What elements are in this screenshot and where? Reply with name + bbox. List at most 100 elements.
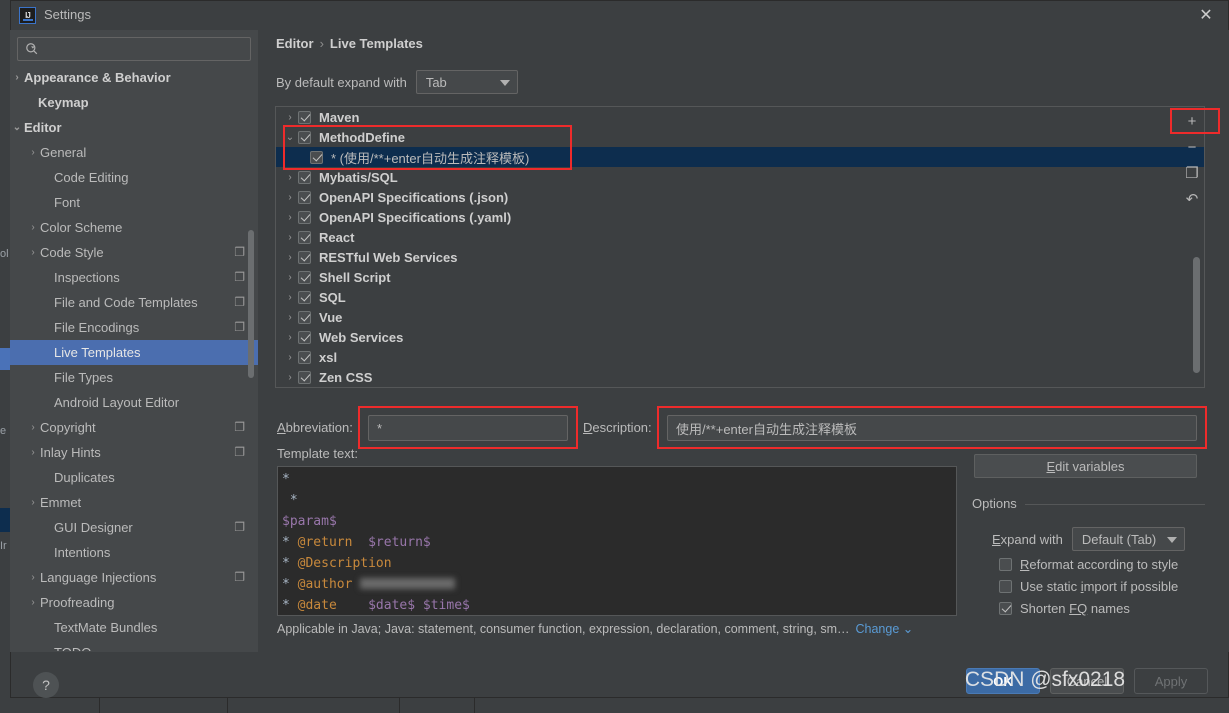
sidebar-item-file-encodings[interactable]: File Encodings ❐ xyxy=(10,315,258,340)
template-checkbox[interactable] xyxy=(298,310,311,324)
sidebar-item-intentions[interactable]: Intentions xyxy=(10,540,258,565)
sidebar-item-language-injections[interactable]: › Language Injections ❐ xyxy=(10,565,258,590)
sidebar-item-file-and-code-templates[interactable]: File and Code Templates ❐ xyxy=(10,290,258,315)
chevron-right-icon[interactable]: › xyxy=(26,497,40,508)
duplicate-template-button[interactable]: ❐ xyxy=(1178,160,1206,186)
template-checkbox[interactable] xyxy=(298,130,311,144)
template-row[interactable]: › SQL xyxy=(276,287,1204,307)
sidebar-scrollbar-track[interactable] xyxy=(248,66,256,652)
copy-settings-icon[interactable]: ❐ xyxy=(234,295,245,309)
description-input[interactable]: 使用/**+enter自动生成注释模板 xyxy=(667,415,1197,441)
chevron-right-icon[interactable]: › xyxy=(282,272,298,283)
remove-template-button[interactable]: − xyxy=(1178,134,1206,160)
template-row[interactable]: › Mybatis/SQL xyxy=(276,167,1204,187)
template-checkbox[interactable] xyxy=(298,190,311,204)
sidebar-item-gui-designer[interactable]: GUI Designer ❐ xyxy=(10,515,258,540)
chevron-right-icon[interactable]: › xyxy=(26,572,40,583)
live-templates-rows[interactable]: › Maven ⌄ MethodDefine * (使用/**+enter自动生成注释模… xyxy=(276,107,1204,387)
chevron-right-icon[interactable]: › xyxy=(282,332,298,343)
sidebar-item-proofreading[interactable]: › Proofreading xyxy=(10,590,258,615)
sidebar-item-android-layout-editor[interactable]: Android Layout Editor xyxy=(10,390,258,415)
sidebar-item-inspections[interactable]: Inspections ❐ xyxy=(10,265,258,290)
sidebar-item-code-style[interactable]: › Code Style ❐ xyxy=(10,240,258,265)
help-button[interactable]: ? xyxy=(33,672,59,698)
chevron-right-icon[interactable]: › xyxy=(26,447,40,458)
template-row[interactable]: › Web Services xyxy=(276,327,1204,347)
template-row[interactable]: › Zen CSS xyxy=(276,367,1204,387)
sidebar-item-todo[interactable]: TODO xyxy=(10,640,258,651)
template-checkbox[interactable] xyxy=(298,250,311,264)
template-checkbox[interactable] xyxy=(298,110,311,124)
chevron-right-icon[interactable]: › xyxy=(282,292,298,303)
chevron-right-icon[interactable]: › xyxy=(26,422,40,433)
template-row[interactable]: ⌄ MethodDefine xyxy=(276,127,1204,147)
template-checkbox[interactable] xyxy=(298,330,311,344)
template-row[interactable]: › Maven xyxy=(276,107,1204,127)
sidebar-item-font[interactable]: Font xyxy=(10,190,258,215)
chevron-right-icon[interactable]: › xyxy=(26,147,40,158)
template-checkbox[interactable] xyxy=(298,270,311,284)
template-row[interactable]: › OpenAPI Specifications (.json) xyxy=(276,187,1204,207)
sidebar-item-general[interactable]: › General xyxy=(10,140,258,165)
copy-settings-icon[interactable]: ❐ xyxy=(234,245,245,259)
chevron-right-icon[interactable]: › xyxy=(282,212,298,223)
copy-settings-icon[interactable]: ❐ xyxy=(234,320,245,334)
chevron-right-icon[interactable]: › xyxy=(10,72,24,83)
sidebar-item-duplicates[interactable]: Duplicates xyxy=(10,465,258,490)
sidebar-scrollbar-thumb[interactable] xyxy=(248,230,254,378)
chevron-down-icon[interactable]: ⌄ xyxy=(282,132,298,143)
chevron-right-icon[interactable]: › xyxy=(26,222,40,233)
static-import-checkbox-row[interactable]: Use static import if possible xyxy=(999,579,1178,594)
sidebar-item-emmet[interactable]: › Emmet xyxy=(10,490,258,515)
abbreviation-input[interactable]: * xyxy=(368,415,568,441)
template-row[interactable]: * (使用/**+enter自动生成注释模板) xyxy=(276,147,1204,167)
sidebar-item-appearance-behavior[interactable]: › Appearance & Behavior xyxy=(10,65,258,90)
live-templates-list[interactable]: › Maven ⌄ MethodDefine * (使用/**+enter自动生成注释模… xyxy=(275,106,1205,388)
sidebar-item-copyright[interactable]: › Copyright ❐ xyxy=(10,415,258,440)
chevron-right-icon[interactable]: › xyxy=(282,172,298,183)
static-import-checkbox[interactable] xyxy=(999,580,1012,593)
chevron-right-icon[interactable]: › xyxy=(282,192,298,203)
cancel-button[interactable]: Cancel xyxy=(1050,668,1124,694)
settings-category-tree[interactable]: › Appearance & Behavior Keymap ⌄ Editor › Gene… xyxy=(10,65,258,651)
template-row[interactable]: › React xyxy=(276,227,1204,247)
template-checkbox[interactable] xyxy=(298,210,311,224)
sidebar-item-textmate-bundles[interactable]: TextMate Bundles xyxy=(10,615,258,640)
reformat-checkbox-row[interactable]: Reformat according to style xyxy=(999,557,1178,572)
chevron-right-icon[interactable]: › xyxy=(282,372,298,383)
sidebar-item-file-types[interactable]: File Types xyxy=(10,365,258,390)
template-row[interactable]: › xsl xyxy=(276,347,1204,367)
change-context-link[interactable]: Change ⌄ xyxy=(856,622,914,636)
templates-scrollbar-thumb[interactable] xyxy=(1193,257,1200,373)
template-checkbox[interactable] xyxy=(298,370,311,384)
template-text-editor[interactable]: * * $param$ * @return $return$ * @Descripti… xyxy=(277,466,957,616)
chevron-right-icon[interactable]: › xyxy=(282,112,298,123)
chevron-right-icon[interactable]: › xyxy=(282,232,298,243)
sidebar-item-keymap[interactable]: Keymap xyxy=(10,90,258,115)
shorten-fq-checkbox[interactable] xyxy=(999,602,1012,615)
search-box[interactable] xyxy=(17,37,251,61)
templates-toolbar[interactable]: + − ❐ ↶ xyxy=(1178,108,1206,212)
sidebar-item-code-editing[interactable]: Code Editing xyxy=(10,165,258,190)
copy-settings-icon[interactable]: ❐ xyxy=(234,420,245,434)
template-checkbox[interactable] xyxy=(310,150,323,164)
template-checkbox[interactable] xyxy=(298,230,311,244)
edit-variables-button[interactable]: Edit variables xyxy=(974,454,1197,478)
copy-settings-icon[interactable]: ❐ xyxy=(234,570,245,584)
template-checkbox[interactable] xyxy=(298,170,311,184)
ok-button[interactable]: OK xyxy=(966,668,1040,694)
template-checkbox[interactable] xyxy=(298,290,311,304)
chevron-right-icon[interactable]: › xyxy=(282,352,298,363)
reformat-checkbox[interactable] xyxy=(999,558,1012,571)
restore-defaults-button[interactable]: ↶ xyxy=(1178,186,1206,212)
chevron-right-icon[interactable]: › xyxy=(26,247,40,258)
template-row[interactable]: › RESTful Web Services xyxy=(276,247,1204,267)
sidebar-item-live-templates[interactable]: Live Templates xyxy=(10,340,258,365)
add-template-button[interactable]: + xyxy=(1178,108,1206,134)
chevron-down-icon[interactable]: ⌄ xyxy=(10,122,24,133)
expand-with-dropdown[interactable]: Default (Tab) xyxy=(1071,527,1185,551)
sidebar-item-editor[interactable]: ⌄ Editor xyxy=(10,115,258,140)
template-row[interactable]: › Vue xyxy=(276,307,1204,327)
breadcrumb-parent[interactable]: Editor xyxy=(276,36,314,51)
chevron-right-icon[interactable]: › xyxy=(282,252,298,263)
